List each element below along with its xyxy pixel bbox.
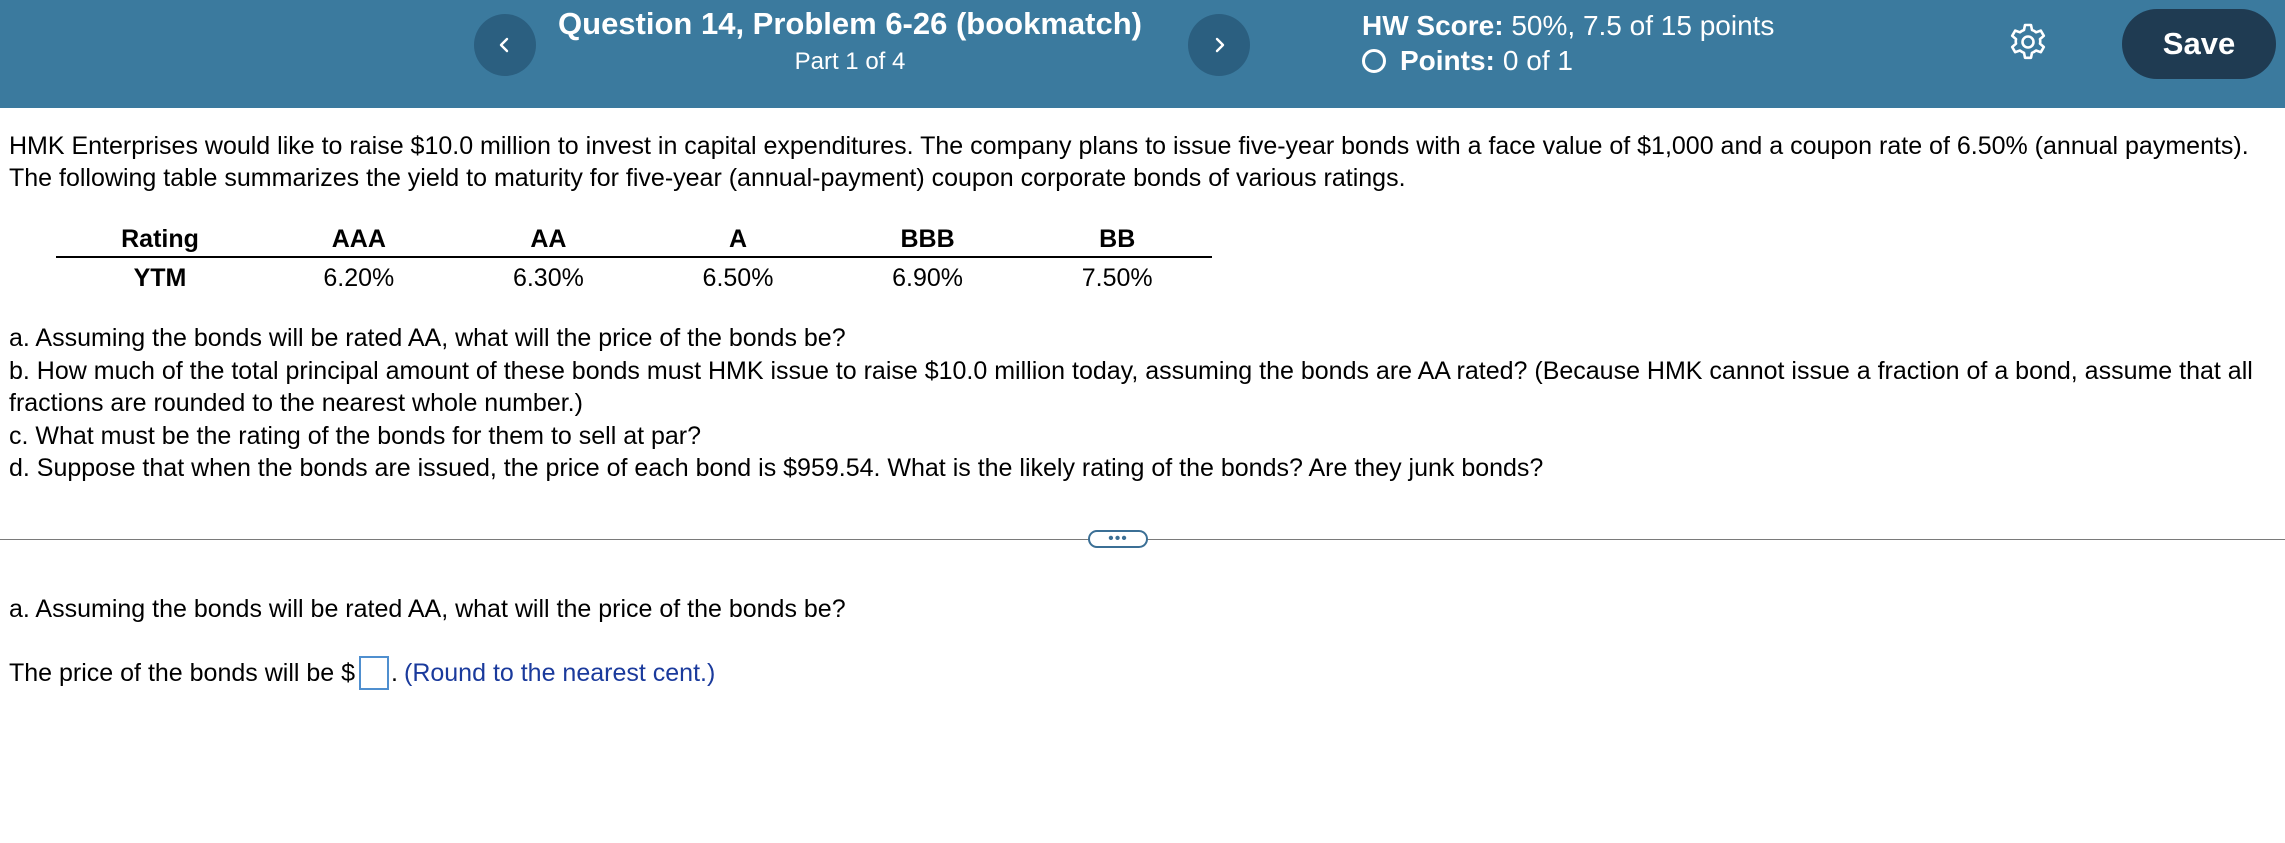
points-label: Points: <box>1400 45 1495 76</box>
rating-cell: AAA <box>264 222 454 258</box>
hw-score-label: HW Score: <box>1362 10 1504 41</box>
rounding-hint: (Round to the nearest cent.) <box>404 658 716 687</box>
hw-score: HW Score: 50%, 7.5 of 15 points <box>1362 10 1774 42</box>
question-title: Question 14, Problem 6-26 (bookmatch) <box>558 6 1142 41</box>
problem-intro: HMK Enterprises would like to raise $10.… <box>9 132 2249 192</box>
answer-suffix: . <box>391 658 398 687</box>
question-list: a. Assuming the bonds will be rated AA, … <box>9 322 2279 485</box>
price-answer-input[interactable] <box>359 656 390 690</box>
chevron-right-icon <box>1215 37 1225 53</box>
ytm-cell: 6.30% <box>512 263 584 292</box>
table-header-row: Rating AAA AA A BBB BB <box>56 222 1212 258</box>
question-a: a. Assuming the bonds will be rated AA, … <box>9 324 846 352</box>
save-button[interactable]: Save <box>2122 9 2276 79</box>
ytm-row-label: YTM <box>133 263 187 292</box>
answer-line: The price of the bonds will be $ . (Roun… <box>9 656 715 690</box>
gear-icon[interactable] <box>2008 22 2048 62</box>
rating-cell: A <box>643 222 833 258</box>
ytm-table: Rating AAA AA A BBB BB YTM 6.20% 6.30% 6… <box>56 222 1212 298</box>
answer-question: a. Assuming the bonds will be rated AA, … <box>9 595 846 623</box>
divider-toggle-handle[interactable]: ••• <box>1088 530 1148 548</box>
rating-cell: BBB <box>832 222 1023 258</box>
question-b: b. How much of the total principal amoun… <box>9 356 2253 418</box>
rating-header-label: Rating <box>56 222 265 258</box>
ytm-cell: 6.20% <box>323 263 395 292</box>
more-dots-icon: ••• <box>1108 530 1128 547</box>
answer-prefix: The price of the bonds will be $ <box>9 658 356 687</box>
points-value: 0 of 1 <box>1502 45 1573 76</box>
rating-cell: BB <box>1022 222 1212 258</box>
points: Points: 0 of 1 <box>1362 45 1573 77</box>
question-c: c. What must be the rating of the bonds … <box>9 421 702 450</box>
hw-score-value: 50%, 7.5 of 15 points <box>1511 10 1775 41</box>
rating-cell: AA <box>453 222 644 258</box>
table-row: YTM 6.20% 6.30% 6.50% 6.90% 7.50% <box>56 257 1212 298</box>
ytm-cell: 7.50% <box>1081 263 1153 292</box>
next-question-button[interactable] <box>1188 14 1250 76</box>
ytm-cell: 6.50% <box>702 263 774 292</box>
points-status-icon <box>1362 49 1386 73</box>
question-part: Part 1 of 4 <box>794 48 906 75</box>
ytm-cell: 6.90% <box>892 263 964 292</box>
header-bar: Question 14, Problem 6-26 (bookmatch) Pa… <box>0 0 2285 108</box>
question-d: d. Suppose that when the bonds are issue… <box>9 454 1544 482</box>
